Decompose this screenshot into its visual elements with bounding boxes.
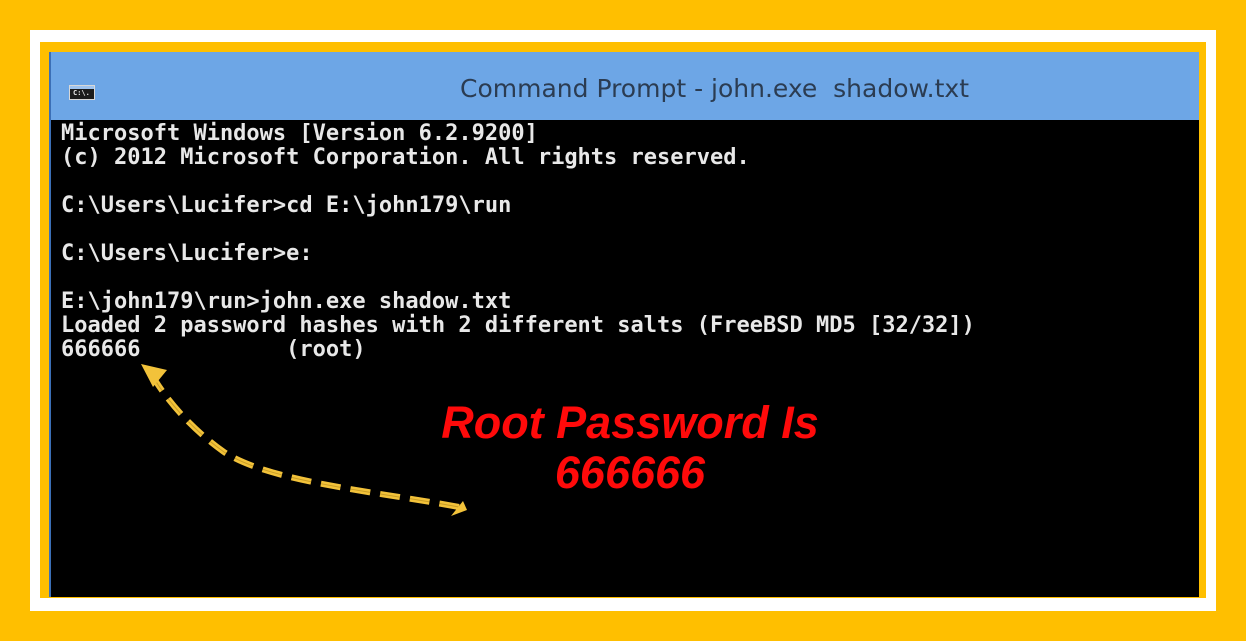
console-line: C:\Users\Lucifer>cd E:\john179\run	[61, 193, 512, 218]
console-line-password-result: 666666 (root)	[61, 337, 366, 362]
red-annotation-callout: Root Password Is 666666	[425, 398, 835, 498]
cmd-icon[interactable]: C:\.	[69, 85, 95, 100]
console-line: E:\john179\run>john.exe shadow.txt	[61, 289, 512, 314]
console-line: Loaded 2 password hashes with 2 differen…	[61, 313, 975, 338]
console-line: Microsoft Windows [Version 6.2.9200]	[61, 121, 538, 146]
console-line: C:\Users\Lucifer>e:	[61, 241, 313, 266]
command-prompt-window[interactable]: C:\. Command Prompt - john.exe shadow.tx…	[49, 52, 1199, 597]
annotation-line-1: Root Password Is	[441, 397, 819, 448]
cmd-icon-label: C:\.	[73, 89, 90, 97]
console-line: (c) 2012 Microsoft Corporation. All righ…	[61, 145, 750, 170]
console-output[interactable]: Microsoft Windows [Version 6.2.9200] (c) …	[61, 122, 1193, 362]
annotation-line-2: 666666	[554, 447, 706, 498]
title-bar[interactable]: C:\. Command Prompt - john.exe shadow.tx…	[51, 52, 1199, 120]
window-title: Command Prompt - john.exe shadow.txt	[460, 74, 970, 103]
